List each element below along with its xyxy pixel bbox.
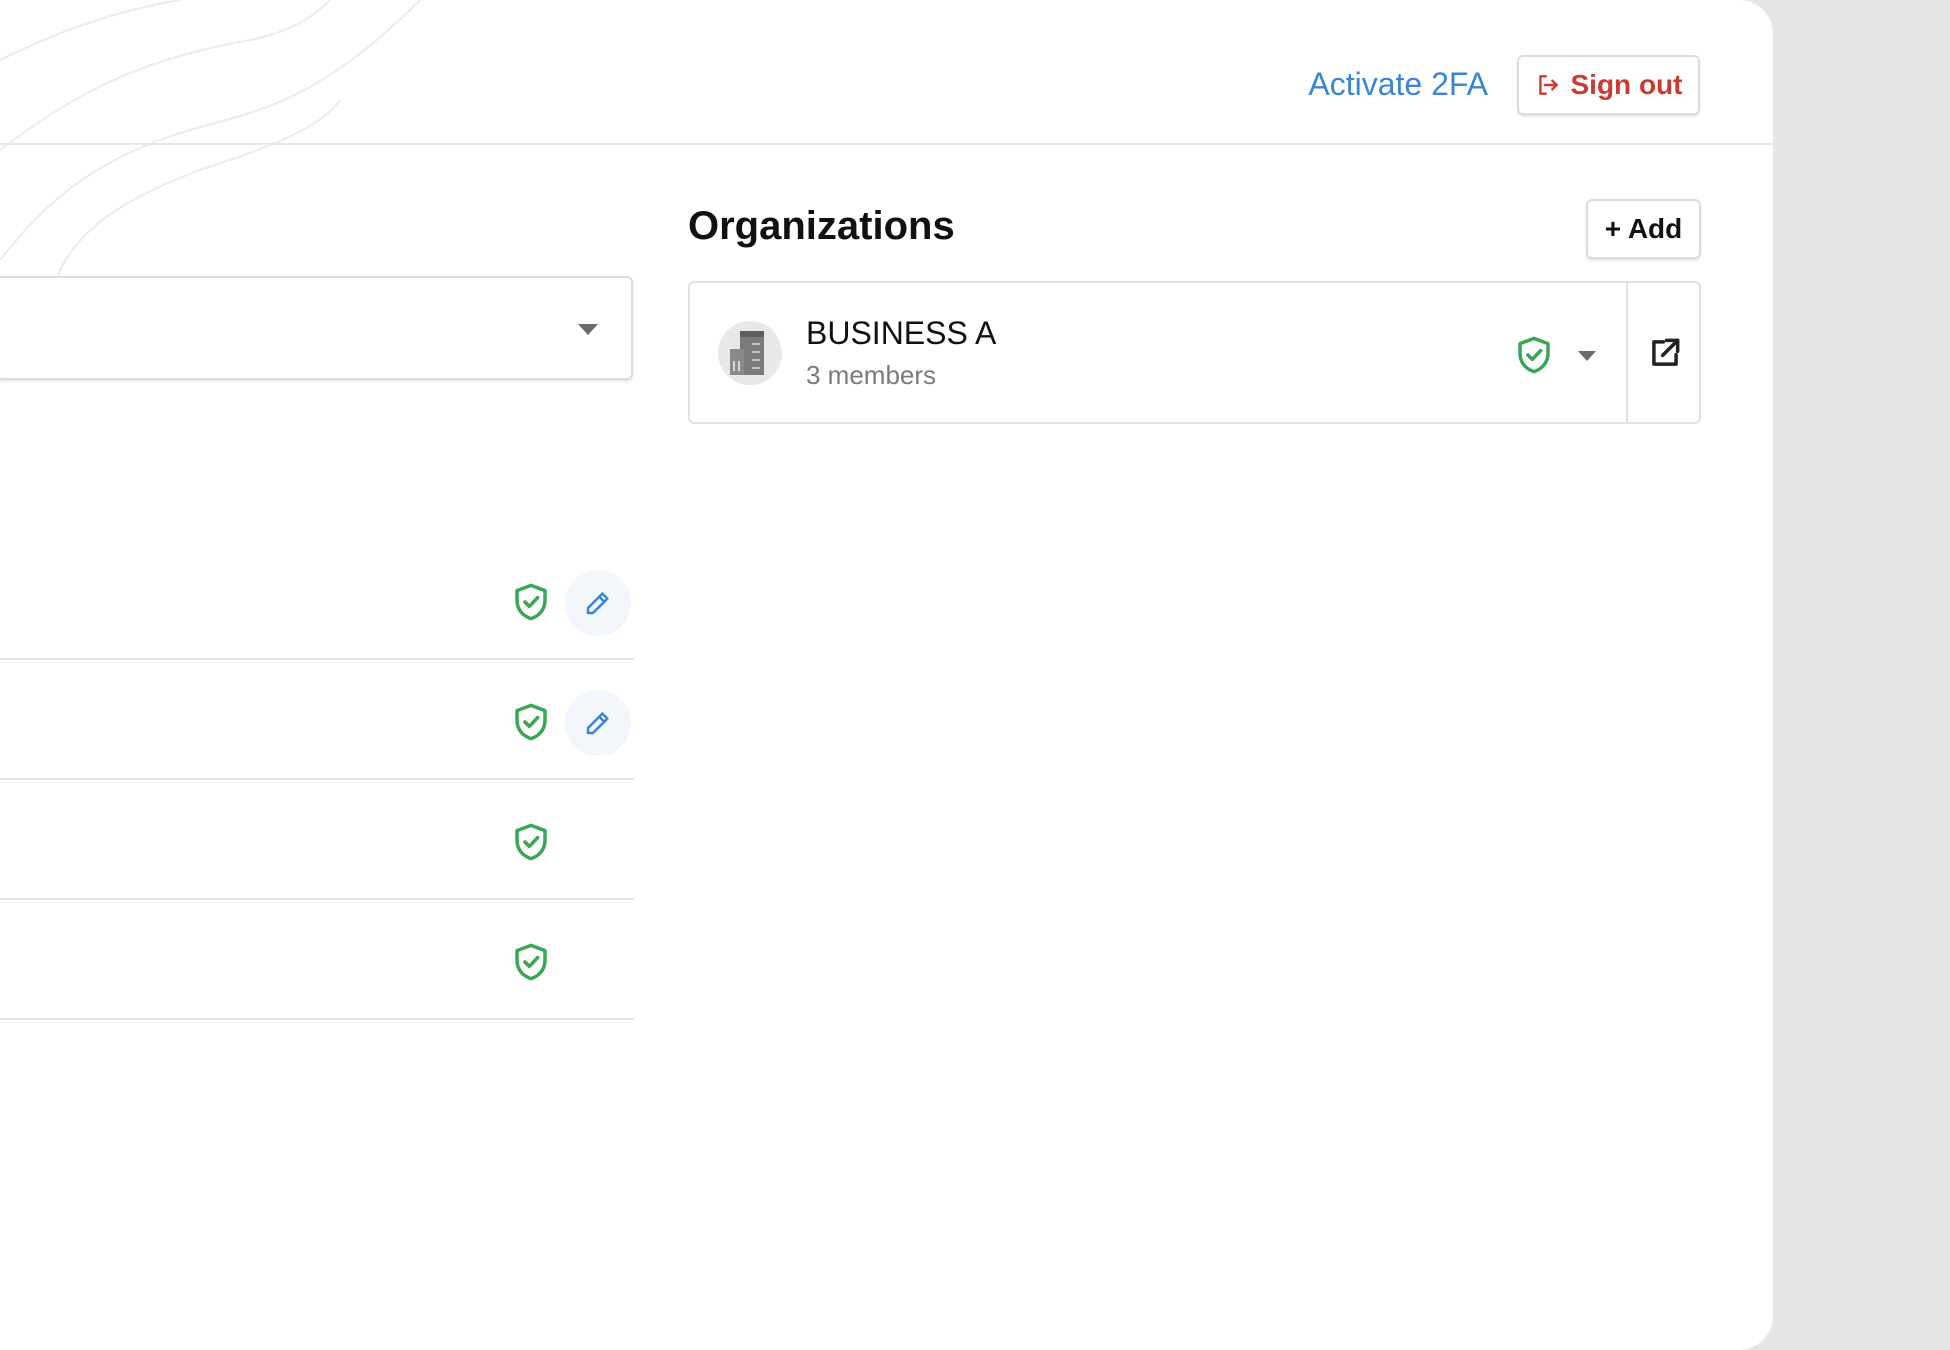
activate-2fa-link[interactable]: Activate 2FA: [1308, 64, 1488, 104]
main-panel: Activate 2FA Sign out Organizations + Ad…: [0, 0, 1773, 1350]
building-icon: [730, 331, 764, 375]
shield-check-icon: [515, 943, 547, 981]
external-link-icon: [1651, 338, 1679, 366]
account-select[interactable]: [0, 276, 633, 380]
list-item: [0, 540, 634, 660]
list-item: [0, 660, 634, 780]
organization-options-caret-icon[interactable]: [1578, 351, 1596, 361]
list-item: [0, 900, 634, 1020]
add-organization-button[interactable]: + Add: [1586, 199, 1701, 259]
edit-button[interactable]: [565, 570, 631, 636]
organization-card[interactable]: BUSINESS A 3 members: [688, 281, 1701, 424]
top-header: Activate 2FA Sign out: [0, 0, 1773, 145]
open-organization-button[interactable]: [1628, 283, 1701, 422]
organizations-title: Organizations: [688, 204, 955, 248]
list-item: [0, 780, 634, 900]
organization-name: BUSINESS A: [806, 315, 997, 351]
sign-out-label: Sign out: [1570, 69, 1683, 100]
shield-check-icon: [1518, 336, 1550, 374]
organization-avatar: [718, 321, 782, 385]
organization-member-count: 3 members: [806, 360, 937, 390]
sign-out-button[interactable]: Sign out: [1517, 55, 1700, 115]
shield-check-icon: [515, 823, 547, 861]
pencil-icon: [586, 592, 609, 615]
pencil-icon: [586, 712, 609, 735]
sign-out-icon: [1538, 75, 1558, 95]
edit-button[interactable]: [565, 690, 631, 756]
caret-down-icon: [578, 324, 598, 335]
shield-check-icon: [515, 703, 547, 741]
shield-check-icon: [515, 583, 547, 621]
